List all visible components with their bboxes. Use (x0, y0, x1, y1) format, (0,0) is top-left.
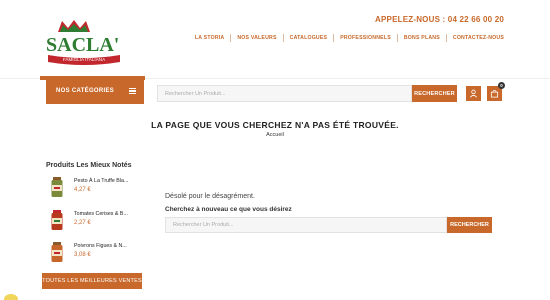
notfound-search-button[interactable]: RECHERCHER (447, 217, 492, 233)
sidebar-title: Produits Les Mieux Notés (46, 162, 132, 169)
product-price: 4,27 € (74, 187, 91, 193)
product-jar-image[interactable] (46, 175, 68, 199)
cart-count-badge: 0 (498, 82, 505, 89)
sacla-logo[interactable]: SACLA' FAMIGLIA ITALIANA (44, 18, 124, 66)
categories-label: NOS CATÉGORIES (56, 88, 115, 94)
nav-professionnels[interactable]: PROFESSIONNELS (333, 34, 397, 42)
sidebar-product[interactable]: Pesto À La Truffe Bla... 4,27 € (46, 175, 146, 203)
header-search-button[interactable]: RECHERCHER (412, 85, 457, 102)
account-button[interactable] (466, 86, 481, 101)
logo-tagline: FAMIGLIA ITALIANA (63, 57, 106, 62)
notfound-search: RECHERCHER (165, 217, 492, 233)
sidebar-product[interactable]: Tomates Cerises & B... 2,27 € (46, 208, 146, 236)
product-price: 2,27 € (74, 220, 91, 226)
product-name[interactable]: Pesto À La Truffe Bla... (74, 178, 128, 184)
menu-icon (129, 88, 136, 94)
nav-catalogues[interactable]: CATALOGUES (282, 34, 334, 42)
chat-widget-icon[interactable] (4, 294, 18, 300)
shopping-bag-icon (490, 89, 499, 98)
header-search-input[interactable] (157, 85, 412, 102)
notfound-search-input[interactable] (165, 217, 447, 233)
search-again-heading: Cherchez à nouveau ce que vous désirez (165, 206, 292, 213)
sidebar-product[interactable]: Poivrons Figues & N... 3,08 € (46, 240, 146, 268)
top-navigation: LA STORIA NOS VALEURS CATALOGUES PROFESS… (189, 34, 504, 42)
nav-bons-plans[interactable]: BONS PLANS (396, 34, 446, 42)
user-icon (470, 89, 477, 98)
breadcrumb-home[interactable]: Accueil (0, 132, 550, 138)
nav-nos-valeurs[interactable]: NOS VALEURS (230, 34, 282, 42)
header-search: RECHERCHER (157, 85, 457, 102)
all-best-sellers-button[interactable]: TOUTES LES MEILLEURES VENTES (42, 273, 142, 289)
product-name[interactable]: Poivrons Figues & N... (74, 243, 127, 249)
nav-contactez-nous[interactable]: CONTACTEZ-NOUS (445, 34, 504, 42)
sorry-message: Désolé pour le désagrément. (165, 193, 255, 200)
product-price: 3,08 € (74, 252, 91, 258)
product-jar-image[interactable] (46, 208, 68, 232)
page-title: LA PAGE QUE VOUS CHERCHEZ N'A PAS ÉTÉ TR… (151, 120, 399, 130)
categories-button[interactable]: NOS CATÉGORIES (46, 78, 144, 104)
phone-number: APPELEZ-NOUS : 04 22 66 00 20 (375, 15, 504, 24)
product-jar-image[interactable] (46, 240, 68, 264)
logo-wordmark: SACLA' (46, 34, 119, 56)
product-name[interactable]: Tomates Cerises & B... (74, 211, 128, 217)
nav-la-storia[interactable]: LA STORIA (189, 34, 230, 42)
